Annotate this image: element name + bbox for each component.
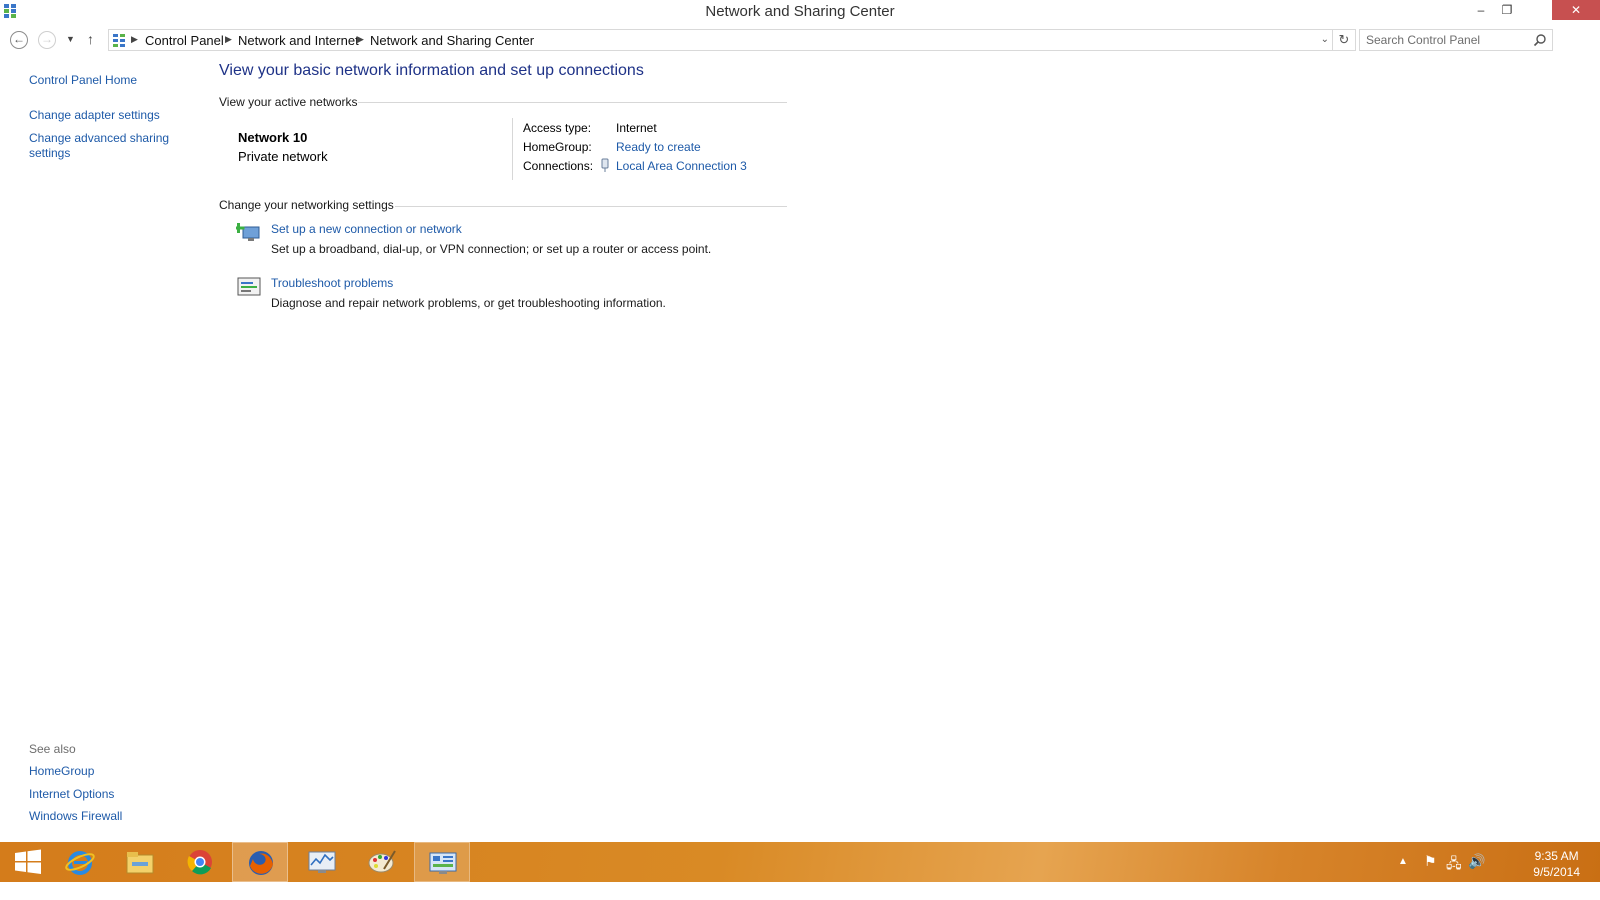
troubleshoot-problems-link[interactable]: Troubleshoot problems [271, 276, 393, 290]
minimize-button[interactable]: – [1468, 0, 1494, 20]
breadcrumb-control-panel[interactable]: Control Panel [145, 33, 224, 48]
section-divider [395, 206, 787, 207]
network-status-icon[interactable]: 🖧 [1446, 853, 1462, 877]
window-title: Network and Sharing Center [705, 3, 895, 20]
start-button[interactable] [0, 842, 56, 882]
section-divider [358, 102, 787, 103]
clock-date: 9/5/2014 [1533, 865, 1580, 879]
paint-icon [368, 850, 396, 873]
breadcrumb-separator-icon[interactable]: ▶ [225, 34, 232, 45]
active-networks-heading: View your active networks [219, 95, 358, 109]
taskbar-internet-explorer[interactable] [52, 842, 108, 882]
chevron-down-icon: ▼ [66, 34, 75, 44]
connections-label: Connections: [523, 159, 594, 173]
new-connection-icon [236, 223, 260, 241]
change-settings-heading: Change your networking settings [219, 198, 394, 212]
access-type-value: Internet [616, 121, 657, 135]
forward-arrow-icon: → [41, 32, 53, 46]
see-also-windows-firewall[interactable]: Windows Firewall [29, 809, 122, 823]
back-arrow-icon: ← [13, 32, 25, 46]
address-dropdown-button[interactable]: ⌄ [1321, 34, 1329, 45]
taskbar-control-panel[interactable] [414, 842, 470, 882]
ethernet-connection-icon [601, 158, 609, 172]
volume-icon[interactable]: 🔊 [1468, 853, 1485, 870]
sidebar-change-adapter-settings[interactable]: Change adapter settings [29, 108, 160, 122]
show-hidden-icons-button[interactable]: ▲ [1398, 856, 1408, 867]
control-panel-icon [429, 852, 457, 874]
refresh-icon: ↻ [1338, 32, 1350, 47]
chevron-up-icon: ▲ [1398, 856, 1408, 867]
taskbar-performance-monitor[interactable] [294, 842, 350, 882]
network-type: Private network [238, 149, 328, 164]
start-icon [15, 849, 41, 874]
search-input[interactable] [1366, 32, 1526, 48]
firefox-icon [249, 851, 273, 875]
back-button[interactable]: ← [10, 31, 28, 49]
action-center-flag-icon[interactable]: ⚑ [1424, 853, 1437, 870]
internet-explorer-icon [65, 851, 95, 875]
title-bar: Network and Sharing Center – ❐ ✕ [0, 0, 1600, 24]
taskbar-file-explorer[interactable] [112, 842, 168, 882]
access-type-label: Access type: [523, 121, 592, 135]
see-also-heading: See also [29, 742, 76, 756]
see-also-internet-options[interactable]: Internet Options [29, 787, 114, 801]
address-bar[interactable]: ▶ Control Panel ▶ Network and Internet ▶… [108, 29, 1356, 51]
search-icon[interactable] [1533, 33, 1547, 47]
see-also-homegroup[interactable]: HomeGroup [29, 764, 94, 778]
clock[interactable]: 9:35 AM 9/5/2014 [1533, 848, 1580, 880]
setup-new-connection-link[interactable]: Set up a new connection or network [271, 222, 462, 236]
performance-monitor-icon [308, 851, 336, 873]
breadcrumb-network-and-sharing-center[interactable]: Network and Sharing Center [370, 33, 534, 48]
network-divider [512, 118, 513, 180]
chevron-down-icon: ⌄ [1320, 34, 1329, 45]
taskbar-firefox[interactable] [232, 842, 288, 882]
taskbar-paint[interactable] [354, 842, 410, 882]
page-title: View your basic network information and … [219, 62, 644, 79]
homegroup-status-link[interactable]: Ready to create [616, 140, 701, 154]
clock-time: 9:35 AM [1534, 849, 1579, 863]
refresh-button[interactable]: ↻ [1332, 30, 1355, 50]
troubleshoot-problems-description: Diagnose and repair network problems, or… [271, 296, 666, 310]
sidebar-control-panel-home[interactable]: Control Panel Home [29, 73, 137, 87]
chrome-icon [187, 850, 212, 875]
up-button[interactable]: ↑ [87, 31, 94, 47]
homegroup-label: HomeGroup: [523, 140, 592, 154]
network-name: Network 10 [238, 130, 308, 145]
control-panel-icon [113, 34, 125, 47]
setup-new-connection-description: Set up a broadband, dial-up, or VPN conn… [271, 242, 712, 256]
up-arrow-icon: ↑ [87, 31, 94, 47]
file-explorer-icon [126, 852, 154, 874]
taskbar-chrome[interactable] [172, 842, 228, 882]
breadcrumb-separator-icon[interactable]: ▶ [357, 34, 364, 45]
breadcrumb-separator-icon[interactable]: ▶ [131, 34, 138, 45]
system-tray: ▲ ⚑ 🖧 🔊 9:35 AM 9/5/2014 [1396, 842, 1600, 882]
restore-button[interactable]: ❐ [1494, 0, 1520, 20]
sidebar-change-advanced-sharing-settings[interactable]: Change advanced sharing settings [29, 131, 179, 161]
search-box[interactable] [1359, 29, 1553, 51]
breadcrumb-network-and-internet[interactable]: Network and Internet [238, 33, 359, 48]
forward-button[interactable]: → [38, 31, 56, 49]
close-button[interactable]: ✕ [1552, 0, 1600, 20]
recent-locations-button[interactable]: ▼ [66, 34, 75, 44]
troubleshoot-icon [237, 277, 261, 296]
local-area-connection-link[interactable]: Local Area Connection 3 [616, 159, 747, 173]
taskbar: ▲ ⚑ 🖧 🔊 9:35 AM 9/5/2014 [0, 842, 1600, 882]
